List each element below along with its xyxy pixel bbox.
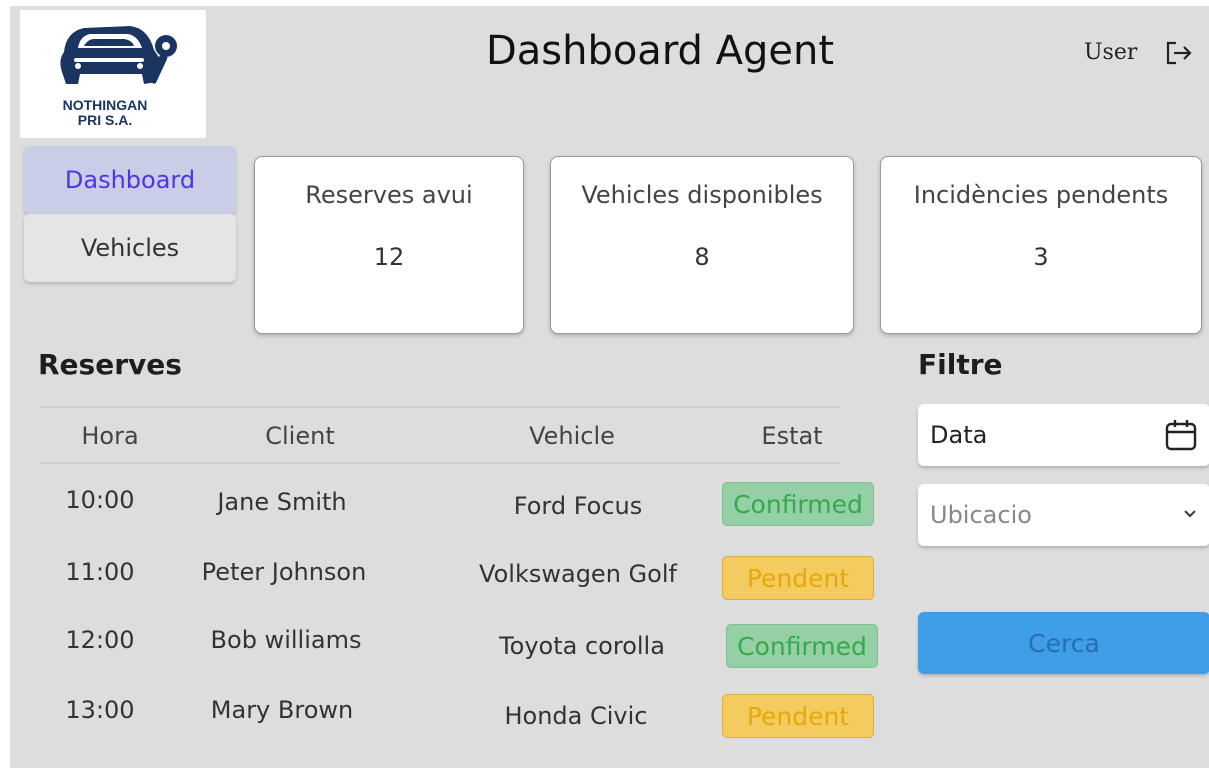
column-header-hora: Hora	[81, 422, 139, 450]
cell-vehicle: Volkswagen Golf	[479, 560, 677, 588]
date-field[interactable]: Data	[918, 404, 1209, 466]
app-window: NOTHINGAN PRI S.A. Dashboard Agent User …	[10, 6, 1209, 768]
sidebar-item-dashboard[interactable]: Dashboard	[24, 146, 236, 214]
stat-card-pending-incidents: Incidències pendents 3	[880, 156, 1202, 334]
cell-hora: 12:00	[65, 626, 135, 654]
location-select[interactable]: Ubicacio	[918, 484, 1209, 546]
date-field-value: Data	[930, 421, 988, 449]
column-header-estat: Estat	[761, 422, 823, 450]
reserves-title: Reserves	[38, 348, 182, 381]
status-badge-confirmed: Confirmed	[726, 624, 878, 668]
column-header-client: Client	[265, 422, 335, 450]
page-title: Dashboard Agent	[485, 28, 835, 74]
brand-name: NOTHINGAN PRI S.A.	[40, 98, 170, 128]
stat-value: 12	[373, 243, 405, 271]
cell-vehicle: Toyota corolla	[499, 632, 665, 660]
stat-label: Vehicles disponibles	[581, 181, 823, 209]
sidebar-item-vehicles[interactable]: Vehicles	[24, 214, 236, 282]
brand-logo: NOTHINGAN PRI S.A.	[20, 10, 206, 138]
brand-name-line2: PRI S.A.	[77, 112, 133, 128]
user-label[interactable]: User	[1084, 40, 1137, 65]
status-badge-confirmed: Confirmed	[722, 482, 874, 526]
stat-label: Incidències pendents	[913, 181, 1169, 209]
location-select-placeholder: Ubicacio	[930, 501, 1032, 529]
table-row[interactable]: 13:00 Mary Brown Honda Civic Pendent	[10, 686, 910, 746]
cell-client: Bob williams	[210, 626, 362, 654]
search-button[interactable]: Cerca	[918, 612, 1209, 674]
reserves-table-header: Hora Client Vehicle Estat	[40, 406, 840, 464]
cell-vehicle: Honda Civic	[504, 702, 648, 730]
logout-icon[interactable]	[1164, 40, 1194, 66]
sidebar-nav: Dashboard Vehicles	[24, 146, 236, 282]
status-badge-pending: Pendent	[722, 556, 874, 600]
stat-value: 3	[1033, 243, 1049, 271]
car-key-logo-icon	[60, 26, 177, 84]
stat-label: Reserves avui	[305, 181, 473, 209]
cell-hora: 13:00	[65, 696, 135, 724]
stat-card-available-vehicles: Vehicles disponibles 8	[550, 156, 854, 334]
cell-client: Mary Brown	[210, 696, 354, 724]
table-row[interactable]: 12:00 Bob williams Toyota corolla Confir…	[10, 616, 910, 676]
cell-client: Peter Johnson	[201, 558, 367, 586]
cell-client: Jane Smith	[217, 488, 347, 516]
filter-title: Filtre	[918, 348, 1003, 381]
table-row[interactable]: 11:00 Peter Johnson Volkswagen Golf Pend…	[10, 546, 910, 606]
calendar-icon[interactable]	[1164, 418, 1198, 452]
cell-hora: 10:00	[65, 486, 135, 514]
brand-name-line1: NOTHINGAN	[62, 97, 148, 113]
stat-value: 8	[694, 243, 710, 271]
status-badge-pending: Pendent	[722, 694, 874, 738]
table-row[interactable]: 10:00 Jane Smith Ford Focus Confirmed	[10, 476, 910, 536]
cell-hora: 11:00	[65, 558, 135, 586]
stat-card-reserves-today: Reserves avui 12	[254, 156, 524, 334]
cell-vehicle: Ford Focus	[513, 492, 643, 520]
chevron-down-icon[interactable]	[1182, 508, 1198, 520]
column-header-vehicle: Vehicle	[529, 422, 615, 450]
